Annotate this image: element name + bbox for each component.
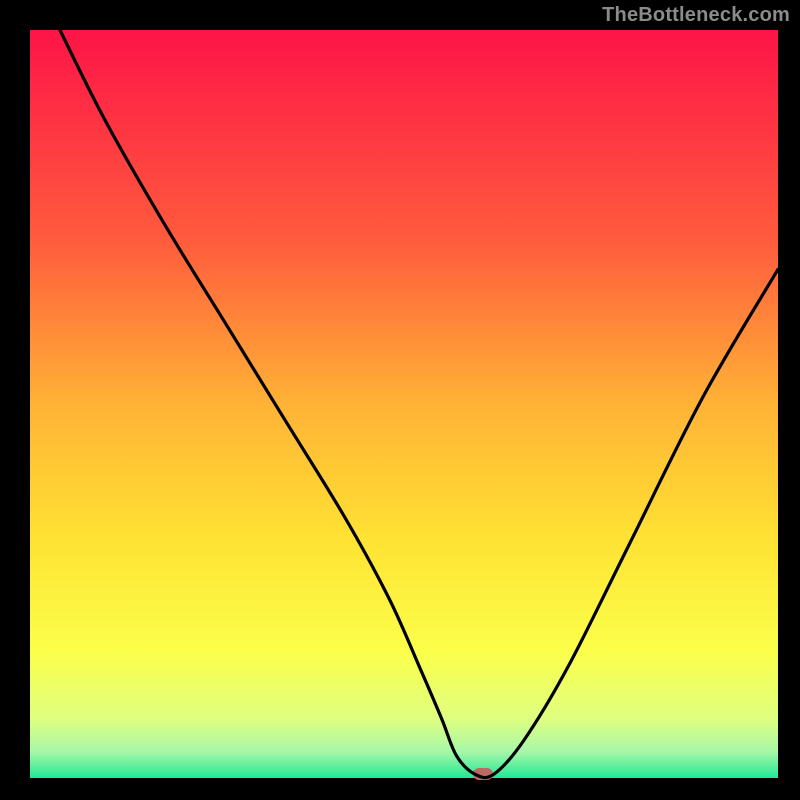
plot-area [30,30,778,778]
chart-frame: TheBottleneck.com [0,0,800,800]
bottleneck-curve [30,30,778,778]
bottleneck-curve-path [60,30,778,778]
watermark-text: TheBottleneck.com [602,4,790,27]
